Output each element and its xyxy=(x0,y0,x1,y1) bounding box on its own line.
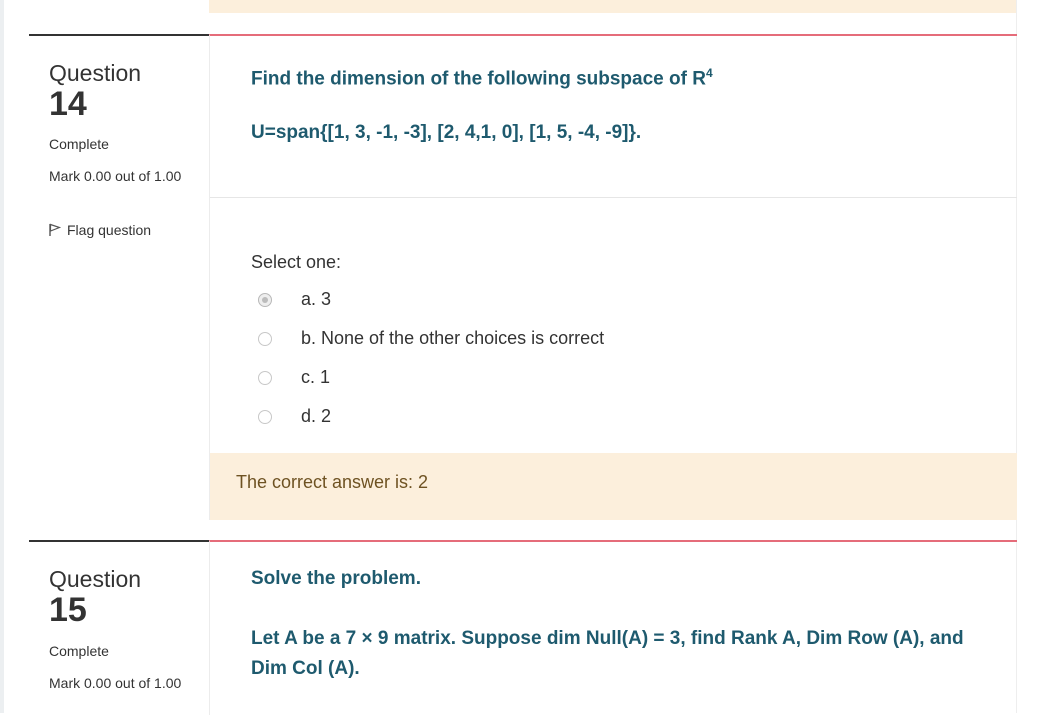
question-15: Question 15 Complete Mark 0.00 out of 1.… xyxy=(0,540,1017,715)
flag-question-label: Flag question xyxy=(67,222,152,238)
question-info: Question 15 Complete Mark 0.00 out of 1.… xyxy=(29,540,209,715)
question-text-superscript: 4 xyxy=(705,66,713,80)
answer-option-label: b. None of the other choices is correct xyxy=(301,328,605,348)
answer-option-a[interactable]: a. 3 xyxy=(258,289,331,310)
question-content: Solve the problem. Let A be a 7 × 9 matr… xyxy=(209,540,1017,715)
question-grade: Mark 0.00 out of 1.00 xyxy=(49,168,182,184)
question-info: Question 14 Complete Mark 0.00 out of 1.… xyxy=(29,34,209,520)
question-label: Question xyxy=(49,60,142,86)
correct-answer-text: The correct answer is: 2 xyxy=(236,472,429,492)
question-state: Complete xyxy=(49,643,109,659)
answer-option-label: d. 2 xyxy=(301,406,332,426)
question-text-line2: Let A be a 7 × 9 matrix. Suppose dim Nul… xyxy=(251,628,964,649)
question-label: Question xyxy=(49,566,142,592)
answer-prompt: Select one: xyxy=(251,252,342,272)
previous-question-feedback xyxy=(209,0,1016,13)
question-text-line2: U=span{[1, 3, -1, -3], [2, 4,1, 0], [1, … xyxy=(251,122,642,143)
question-number: 14 xyxy=(49,85,87,123)
answer-option-c[interactable]: c. 1 xyxy=(258,367,330,388)
answer-divider xyxy=(210,197,1017,198)
question-state: Complete xyxy=(49,136,109,152)
question-grade: Mark 0.00 out of 1.00 xyxy=(49,675,182,691)
flag-question-link[interactable]: Flag question xyxy=(49,222,151,238)
page-scroll-area xyxy=(1016,0,1043,713)
radio-button-a[interactable] xyxy=(258,292,272,307)
question-14: Question 14 Complete Mark 0.00 out of 1.… xyxy=(0,34,1017,520)
answer-option-b[interactable]: b. None of the other choices is correct xyxy=(258,328,604,349)
answer-option-d[interactable]: d. 2 xyxy=(258,406,331,427)
radio-button-d[interactable] xyxy=(258,409,272,424)
question-text-line3: Dim Col (A). xyxy=(251,658,360,679)
radio-button-b[interactable] xyxy=(258,331,272,346)
question-content: Find the dimension of the following subs… xyxy=(209,34,1017,520)
answer-option-label: c. 1 xyxy=(301,367,331,387)
feedback-box: The correct answer is: 2 xyxy=(210,453,1017,520)
answer-option-label: a. 3 xyxy=(301,289,332,309)
question-text-main: Find the dimension of the following subs… xyxy=(251,68,706,90)
question-text-line1: Solve the problem. xyxy=(251,568,421,589)
question-number: 15 xyxy=(49,591,87,629)
flag-icon xyxy=(49,223,61,236)
radio-button-c[interactable] xyxy=(258,370,272,385)
question-text-line1: Find the dimension of the following subs… xyxy=(251,58,713,94)
